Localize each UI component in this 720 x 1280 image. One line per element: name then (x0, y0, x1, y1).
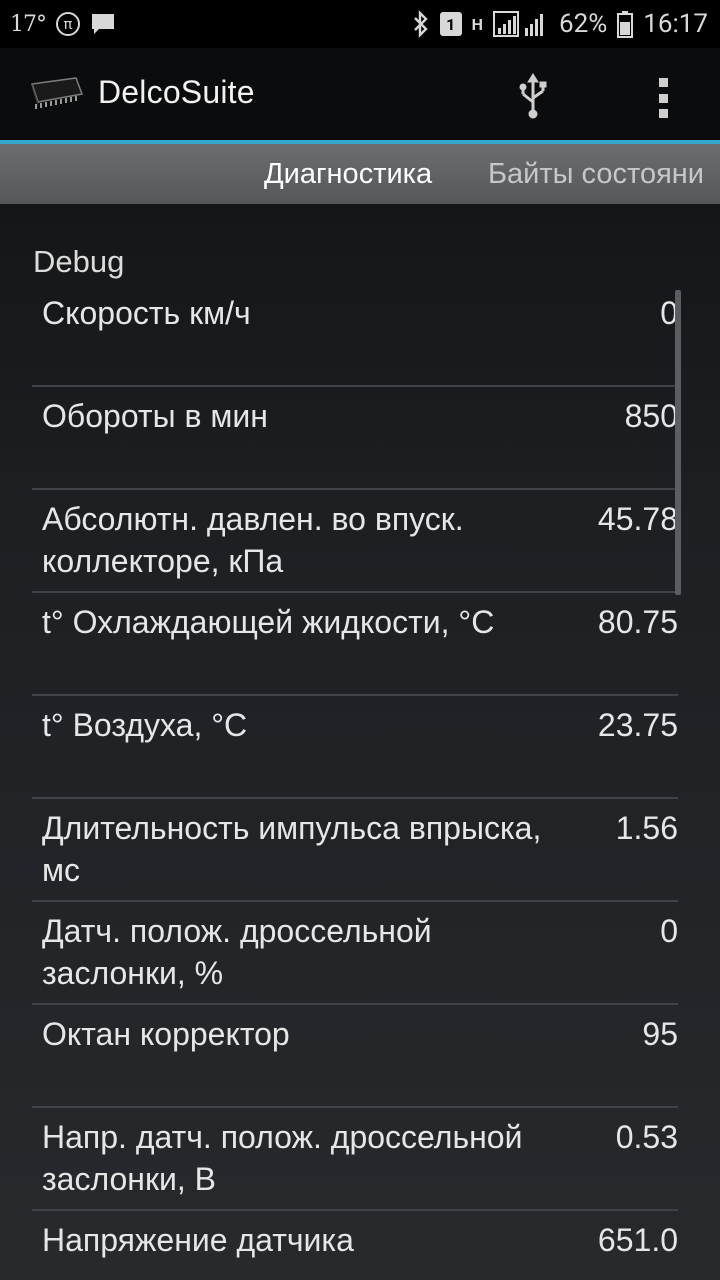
list-item: Скорость км/ч 0 (32, 284, 678, 387)
row-value: 1.56 (615, 810, 678, 846)
clock: 16:17 (643, 9, 708, 39)
chat-icon (92, 14, 114, 34)
row-label: Скорость км/ч (42, 295, 251, 331)
parameter-list[interactable]: Скорость км/ч 0 Обороты в мин 850 Абсолю… (32, 284, 678, 1280)
status-bar-right: 1 H 62% 16:17 (412, 9, 708, 39)
status-bar: 17° π 1 H 62% 16:17 (0, 0, 720, 48)
tab-status-bytes[interactable]: Байты состояни (488, 158, 704, 191)
bluetooth-icon (413, 10, 428, 38)
list-item: t° Охлаждающей жидкости, °С 80.75 (32, 593, 678, 696)
row-value: 0.53 (615, 1119, 678, 1155)
content-area: Debug Скорость км/ч 0 Обороты в мин 850 … (0, 204, 720, 1280)
weather-temperature: 17° (10, 11, 47, 37)
row-label: Обороты в мин (42, 398, 268, 434)
row-label: Напряжение датчика (42, 1222, 354, 1258)
row-value: 850 (624, 398, 678, 434)
row-label: t° Охлаждающей жидкости, °С (42, 604, 495, 640)
row-value: 0 (660, 913, 678, 949)
usb-icon[interactable] (516, 72, 550, 120)
row-label: Датч. полож. дроссельной заслонки, % (42, 913, 432, 991)
overflow-menu-icon[interactable] (656, 78, 670, 118)
list-item: Напр. датч. полож. дроссельной заслонки,… (32, 1108, 678, 1211)
row-label: t° Воздуха, °С (42, 707, 248, 743)
tab-strip: Диагностика Байты состояни (0, 144, 720, 204)
row-value: 45.78 (597, 501, 678, 537)
list-item: Напряжение датчика 651.0 (32, 1211, 678, 1280)
row-value: 23.75 (597, 707, 678, 743)
list-item: Октан корректор 95 (32, 1005, 678, 1108)
tab-diagnostics[interactable]: Диагностика (264, 158, 432, 191)
battery-percent: 62% (558, 9, 608, 39)
app-title: DelcoSuite (98, 74, 255, 110)
scrollbar[interactable] (675, 290, 681, 595)
row-value: 80.75 (597, 604, 678, 640)
chip-icon[interactable] (24, 76, 84, 110)
pi-icon: π (56, 12, 80, 36)
sim-icon: 1 (439, 12, 462, 36)
action-bar: DelcoSuite (0, 48, 720, 140)
section-title: Debug (33, 244, 125, 279)
list-item: Абсолютн. давлен. во впуск. коллекторе, … (32, 490, 678, 593)
row-value: 651.0 (597, 1222, 678, 1258)
list-item: t° Воздуха, °С 23.75 (32, 696, 678, 799)
list-item: Датч. полож. дроссельной заслонки, % 0 (32, 902, 678, 1005)
status-bar-left: 17° π (10, 11, 116, 37)
list-item: Длительность импульса впрыска, мс 1.56 (32, 799, 678, 902)
battery-icon (617, 11, 634, 38)
network-type-label: H (471, 14, 483, 34)
row-label: Октан корректор (42, 1016, 290, 1052)
signal-icon (492, 11, 543, 37)
row-value: 95 (642, 1016, 678, 1052)
list-item: Обороты в мин 850 (32, 387, 678, 490)
row-label: Длительность импульса впрыска, мс (42, 810, 542, 888)
row-label: Абсолютн. давлен. во впуск. коллекторе, … (42, 501, 464, 579)
row-label: Напр. датч. полож. дроссельной заслонки,… (42, 1119, 523, 1197)
